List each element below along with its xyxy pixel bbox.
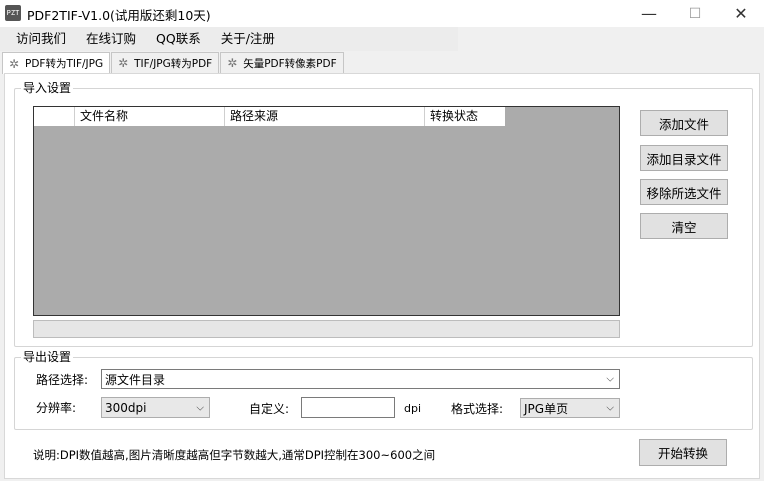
add-directory-button[interactable]: 添加目录文件 [640, 145, 728, 171]
add-file-button[interactable]: 添加文件 [640, 110, 728, 136]
import-group: 导入设置 文件名称 路径来源 转换状态 添加文件 添加目录文件 移除所选文件 清… [14, 81, 753, 347]
chevron-down-icon: ⌵ [606, 373, 614, 385]
minimize-button[interactable]: — [626, 0, 672, 27]
path-label: 路径选择: [36, 373, 89, 387]
export-group: 导出设置 路径选择: 源文件目录 ⌵ 分辨率: 300dpi ⌵ 自定义: dp… [14, 350, 753, 430]
custom-dpi-label: 自定义: [249, 402, 290, 416]
remove-selected-button[interactable]: 移除所选文件 [640, 179, 728, 205]
window-title: PDF2TIF-V1.0(试用版还剩10天) [27, 8, 211, 23]
custom-dpi-input[interactable] [301, 397, 395, 418]
resolution-label: 分辨率: [36, 401, 77, 415]
close-button[interactable]: ✕ [718, 0, 764, 27]
menu-about-register[interactable]: 关于/注册 [211, 27, 285, 51]
column-header-filename[interactable]: 文件名称 [75, 107, 225, 126]
export-group-title: 导出设置 [21, 350, 74, 364]
path-value: 源文件目录 [105, 372, 166, 387]
format-select[interactable]: JPG单页 ⌵ [520, 398, 620, 418]
tab-bar: ✲ PDF转为TIF/JPG ✲ TIF/JPG转为PDF ✲ 矢量PDF转像素… [2, 52, 345, 74]
gear-icon: ✲ [227, 56, 238, 70]
chevron-down-icon: ⌵ [606, 402, 614, 414]
dpi-unit-label: dpi [404, 402, 422, 415]
column-header-check[interactable] [34, 107, 75, 126]
start-convert-button[interactable]: 开始转换 [639, 439, 727, 466]
file-list[interactable]: 文件名称 路径来源 转换状态 [33, 106, 620, 316]
tab-label: TIF/JPG转为PDF [134, 57, 213, 70]
import-group-title: 导入设置 [21, 81, 74, 95]
column-header-status[interactable]: 转换状态 [425, 107, 505, 126]
menu-visit-us[interactable]: 访问我们 [6, 27, 76, 51]
menu-bar: 访问我们 在线订购 QQ联系 关于/注册 [0, 27, 458, 51]
tab-label: 矢量PDF转像素PDF [243, 57, 337, 70]
clear-button[interactable]: 清空 [640, 213, 728, 239]
gear-icon: ✲ [8, 56, 20, 71]
tab-vector-to-raster[interactable]: ✲ 矢量PDF转像素PDF [220, 52, 344, 73]
tab-tif-to-pdf[interactable]: ✲ TIF/JPG转为PDF [111, 52, 220, 73]
maximize-button[interactable]: ☐ [672, 0, 718, 27]
format-value: JPG单页 [524, 401, 569, 416]
menu-online-order[interactable]: 在线订购 [76, 27, 146, 51]
tab-label: PDF转为TIF/JPG [25, 58, 104, 70]
gear-icon: ✲ [118, 56, 129, 70]
resolution-select[interactable]: 300dpi ⌵ [101, 397, 210, 418]
tab-pdf-to-tif[interactable]: ✲ PDF转为TIF/JPG [2, 52, 111, 74]
column-header-path[interactable]: 路径来源 [225, 107, 425, 126]
format-label: 格式选择: [451, 402, 504, 416]
resolution-value: 300dpi [105, 400, 147, 415]
progress-bar [33, 320, 620, 338]
chevron-down-icon: ⌵ [196, 402, 204, 413]
tab-panel: 导入设置 文件名称 路径来源 转换状态 添加文件 添加目录文件 移除所选文件 清… [4, 73, 760, 479]
menu-qq-contact[interactable]: QQ联系 [146, 27, 211, 51]
note-text: 说明:DPI数值越高,图片清晰度越高但字节数越大,通常DPI控制在300~600… [33, 448, 436, 462]
app-icon: PZT [5, 5, 21, 21]
title-bar: PZT PDF2TIF-V1.0(试用版还剩10天) — ☐ ✕ [0, 0, 764, 27]
list-header: 文件名称 路径来源 转换状态 [34, 107, 505, 126]
path-select[interactable]: 源文件目录 ⌵ [101, 369, 620, 389]
